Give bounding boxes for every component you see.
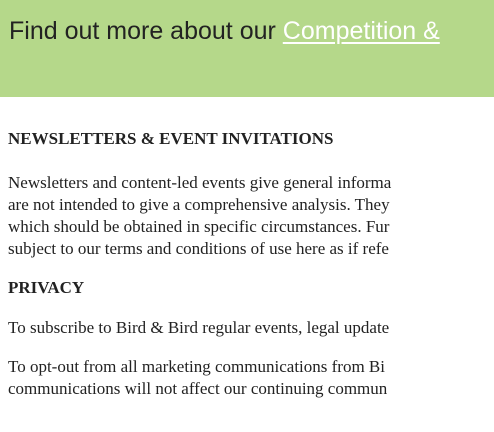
optout-line: communications will not affect our conti… — [8, 379, 388, 398]
newsletters-line: which should be obtained in specific cir… — [8, 217, 390, 236]
newsletters-line: are not intended to give a comprehensive… — [8, 195, 390, 214]
privacy-heading: PRIVACY — [8, 278, 85, 297]
newsletters-paragraph: Newsletters and content-led events give … — [8, 172, 494, 260]
subscribe-paragraph: To subscribe to Bird & Bird regular even… — [8, 317, 494, 339]
banner-prefix: Find out more about our — [9, 17, 283, 45]
optout-line: To opt-out from all marketing communicat… — [8, 357, 385, 376]
promo-banner: Find out more about our Competition & — [0, 0, 494, 97]
competition-link[interactable]: Competition & — [283, 17, 440, 45]
banner-text: Find out more about our Competition & — [9, 16, 440, 46]
newsletters-line: Newsletters and content-led events give … — [8, 173, 392, 192]
email-page: Find out more about our Competition & NE… — [0, 0, 494, 432]
subscribe-line: To subscribe to Bird & Bird regular even… — [8, 318, 390, 337]
newsletters-line: subject to our terms and conditions of u… — [8, 239, 389, 258]
optout-paragraph: To opt-out from all marketing communicat… — [8, 356, 494, 400]
email-body: NEWSLETTERS & EVENT INVITATIONS Newslett… — [8, 128, 494, 400]
newsletters-heading: NEWSLETTERS & EVENT INVITATIONS — [8, 129, 334, 148]
